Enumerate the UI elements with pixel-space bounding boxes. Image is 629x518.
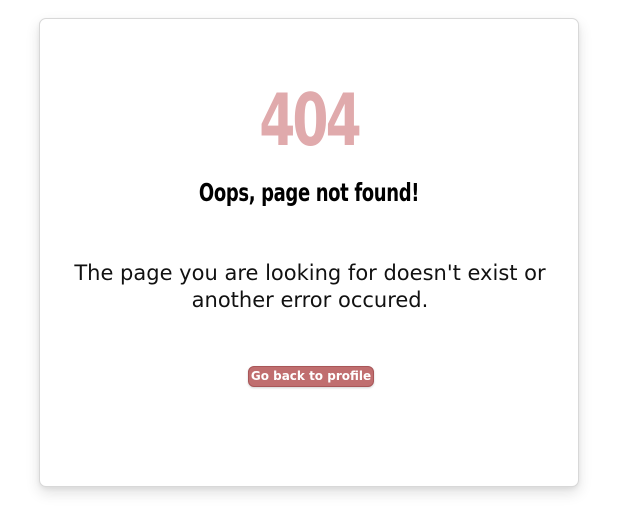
error-message: The page you are looking for doesn't exi… bbox=[74, 261, 546, 312]
back-to-profile-button[interactable]: Go back to profile bbox=[248, 366, 374, 387]
error-title: Oops, page not found! bbox=[198, 178, 420, 207]
error-code: 404 bbox=[259, 78, 361, 162]
error-card: 404 Oops, page not found! The page you a… bbox=[39, 18, 579, 487]
